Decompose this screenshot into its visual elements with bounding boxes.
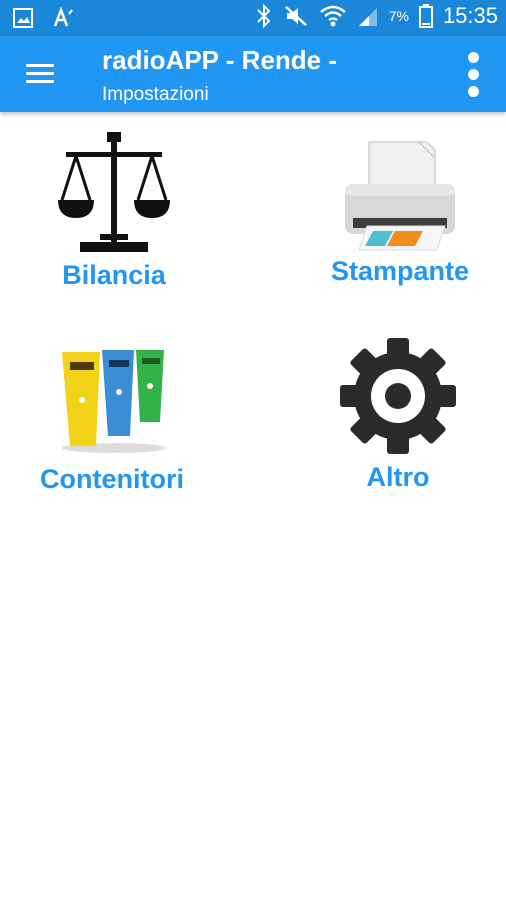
tile-contenitori[interactable]: Contenitori <box>2 342 222 495</box>
tile-label-altro: Altro <box>366 462 430 492</box>
battery-icon <box>418 4 433 28</box>
tile-label-stampante: Stampante <box>330 256 470 286</box>
gear-icon <box>340 338 456 454</box>
tile-label-bilancia: Bilancia <box>62 260 166 290</box>
more-options-button[interactable] <box>466 50 482 100</box>
tile-altro[interactable]: Altro <box>288 336 506 493</box>
wifi-icon <box>319 5 346 27</box>
printer-icon <box>345 141 455 251</box>
tile-label-contenitori: Contenitori <box>40 464 184 494</box>
signal-icon <box>358 8 377 26</box>
app-title: radioAPP - Rende - <box>102 45 338 75</box>
battery-percent: 7% <box>388 8 409 24</box>
tile-stampante[interactable]: Stampante <box>290 132 506 287</box>
gallery-icon <box>13 8 33 28</box>
bluetooth-icon <box>256 3 271 29</box>
font-icon <box>53 6 73 27</box>
mute-icon <box>284 6 307 26</box>
status-bar: 7% 15:35 <box>0 0 506 36</box>
app-bar: radioAPP - Rende - Impostazioni <box>0 36 506 112</box>
scale-icon <box>58 132 170 252</box>
bins-icon <box>62 350 166 453</box>
app-subtitle: Impostazioni <box>102 84 209 105</box>
more-vert-icon <box>468 52 479 63</box>
menu-button[interactable] <box>20 56 60 92</box>
tile-bilancia[interactable]: Bilancia <box>4 130 224 291</box>
menu-icon <box>26 64 54 67</box>
status-time: 15:35 <box>442 3 498 28</box>
